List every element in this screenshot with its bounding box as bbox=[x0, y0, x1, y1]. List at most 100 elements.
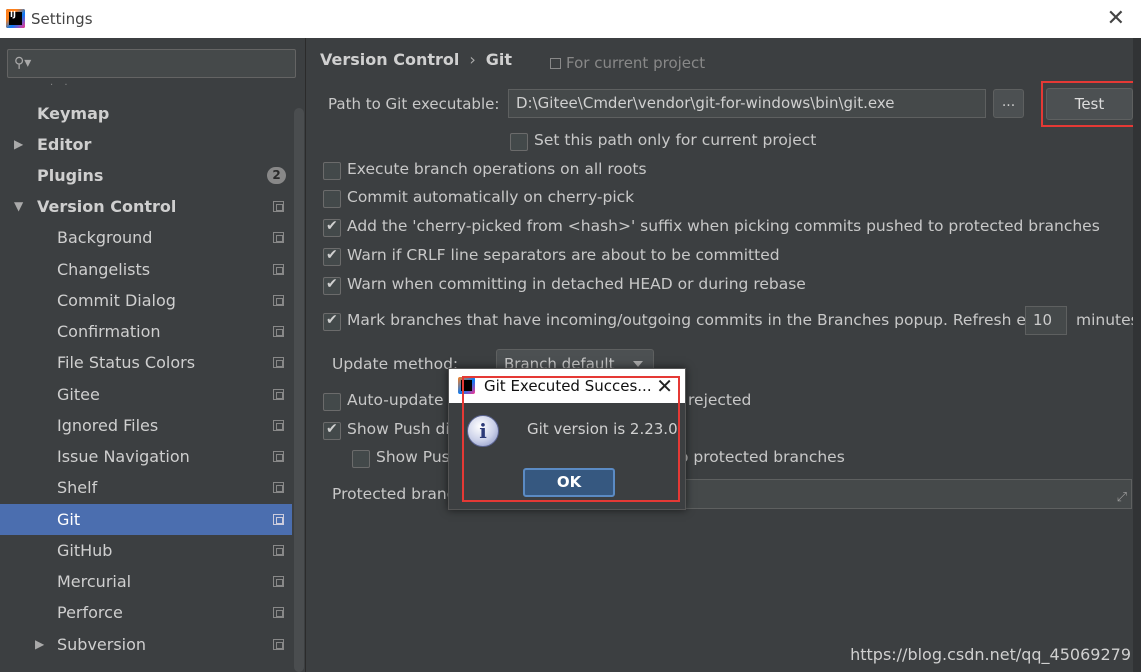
sidebar-item-git[interactable]: Git bbox=[0, 504, 292, 535]
checkbox[interactable] bbox=[352, 450, 370, 468]
checkbox-label: Mark branches that have incoming/outgoin… bbox=[347, 311, 1061, 329]
checkbox-label: Set this path only for current project bbox=[534, 131, 817, 149]
minutes-label: minutes bbox=[1076, 311, 1139, 329]
sidebar-item-label: Confirmation bbox=[57, 322, 161, 341]
sidebar-item-commit-dialog[interactable]: Commit Dialog bbox=[0, 285, 292, 316]
breadcrumb-parent: Version Control bbox=[320, 50, 460, 69]
truncated-item-indicator: · · bbox=[50, 80, 72, 91]
project-scope-icon bbox=[273, 576, 284, 587]
project-scope-icon bbox=[273, 482, 284, 493]
sidebar-item-label: Ignored Files bbox=[57, 416, 159, 435]
checkbox[interactable] bbox=[323, 218, 341, 237]
annotation-highlight-box bbox=[462, 376, 680, 502]
sidebar-item-label: Changelists bbox=[57, 260, 151, 279]
sidebar-item-file-status-colors[interactable]: File Status Colors bbox=[0, 347, 292, 378]
sidebar-item-label: Commit Dialog bbox=[57, 291, 176, 310]
sidebar-scrollbar[interactable] bbox=[294, 108, 304, 672]
intellij-logo-icon bbox=[6, 9, 25, 28]
project-scope-icon bbox=[273, 232, 284, 243]
sidebar-item-label: Shelf bbox=[57, 478, 98, 497]
right-tool-strip bbox=[1133, 38, 1141, 672]
sidebar-item-gitee[interactable]: Gitee bbox=[0, 379, 292, 410]
project-scope-icon bbox=[273, 389, 284, 400]
project-scope-icon bbox=[273, 639, 284, 650]
breadcrumb-separator-icon: › bbox=[469, 50, 476, 69]
checkbox-label: Commit automatically on cherry-pick bbox=[347, 188, 635, 206]
sidebar-item-label: GitHub bbox=[57, 541, 113, 560]
sidebar-item-editor[interactable]: ▶ Editor bbox=[0, 129, 292, 160]
checkbox[interactable] bbox=[323, 162, 341, 180]
sidebar-item-label: Perforce bbox=[57, 603, 123, 622]
checkbox-label: Warn when committing in detached HEAD or… bbox=[347, 275, 806, 293]
project-scope-icon bbox=[273, 326, 284, 337]
checkbox[interactable] bbox=[323, 276, 341, 295]
checkbox[interactable] bbox=[510, 133, 528, 151]
update-method-label: Update method: bbox=[332, 355, 459, 373]
project-scope-icon bbox=[273, 295, 284, 306]
expand-arrow-icon[interactable]: ▶ bbox=[14, 129, 23, 160]
sidebar-item-keymap[interactable]: Keymap bbox=[0, 98, 292, 129]
project-scope-icon bbox=[273, 607, 284, 618]
search-icon: ⚲▾ bbox=[14, 55, 32, 71]
checkbox[interactable] bbox=[323, 393, 341, 411]
protected-branches-label: Protected branc bbox=[332, 485, 456, 503]
project-scope-icon bbox=[273, 451, 284, 462]
sidebar-item-label: Keymap bbox=[37, 104, 110, 123]
sidebar-item-background[interactable]: Background bbox=[0, 222, 292, 253]
sidebar-item-subversion[interactable]: ▶ Subversion bbox=[0, 629, 292, 660]
sidebar-item-label: Subversion bbox=[57, 635, 147, 654]
project-scope-icon bbox=[273, 264, 284, 275]
checkbox[interactable] bbox=[323, 312, 341, 331]
settings-sidebar: ⚲▾ · · Keymap ▶ Editor Plugins 2 ▼ Versi… bbox=[0, 38, 306, 672]
project-scope-icon bbox=[273, 514, 284, 525]
browse-button[interactable]: ... bbox=[993, 89, 1024, 118]
settings-search-input[interactable]: ⚲▾ bbox=[7, 49, 296, 78]
sidebar-item-label: Plugins bbox=[37, 166, 104, 185]
sidebar-item-issue-navigation[interactable]: Issue Navigation bbox=[0, 441, 292, 472]
project-scope-icon bbox=[273, 545, 284, 556]
sidebar-item-label: Editor bbox=[37, 135, 92, 154]
expand-icon[interactable]: ⤢ bbox=[1117, 490, 1127, 505]
project-scope-icon bbox=[273, 357, 284, 368]
show-push-label-suffix: o protected branches bbox=[679, 448, 845, 466]
checkbox[interactable] bbox=[323, 190, 341, 208]
checkbox-label: Auto-update i bbox=[347, 391, 453, 409]
git-path-label: Path to Git executable: bbox=[328, 95, 500, 113]
sidebar-item-label: File Status Colors bbox=[57, 353, 196, 372]
collapse-arrow-icon[interactable]: ▼ bbox=[14, 191, 23, 222]
sidebar-item-perforce[interactable]: Perforce bbox=[0, 597, 292, 628]
sidebar-item-version-control[interactable]: ▼ Version Control bbox=[0, 191, 292, 222]
annotation-highlight-box bbox=[1041, 81, 1140, 127]
checkbox[interactable] bbox=[323, 247, 341, 266]
breadcrumb-current: Git bbox=[485, 50, 513, 69]
project-scope-icon bbox=[273, 201, 284, 212]
window-close-button[interactable]: ✕ bbox=[1107, 8, 1125, 30]
sidebar-item-label: Background bbox=[57, 228, 153, 247]
checkbox-label: Warn if CRLF line separators are about t… bbox=[347, 246, 780, 264]
checkbox-label: Show Push dia bbox=[347, 420, 460, 438]
checkbox-label: Execute branch operations on all roots bbox=[347, 160, 647, 178]
sidebar-item-mercurial[interactable]: Mercurial bbox=[0, 566, 292, 597]
window-title: Settings bbox=[31, 10, 93, 28]
refresh-interval-input[interactable]: 10 bbox=[1025, 306, 1067, 335]
checkbox-label: Add the 'cherry-picked from <hash>' suff… bbox=[347, 217, 1100, 235]
sidebar-item-label: Gitee bbox=[57, 385, 100, 404]
sidebar-item-plugins[interactable]: Plugins 2 bbox=[0, 160, 292, 191]
sidebar-item-ignored-files[interactable]: Ignored Files bbox=[0, 410, 292, 441]
sidebar-item-shelf[interactable]: Shelf bbox=[0, 472, 292, 503]
sidebar-item-label: Git bbox=[57, 510, 81, 529]
sidebar-item-label: Version Control bbox=[37, 197, 177, 216]
git-settings-panel: Version Control › Git For current project … bbox=[307, 38, 1141, 672]
auto-update-label-suffix: rejected bbox=[688, 391, 752, 409]
sidebar-item-github[interactable]: GitHub bbox=[0, 535, 292, 566]
project-scope-icon bbox=[550, 58, 561, 69]
chevron-down-icon bbox=[633, 361, 643, 367]
sidebar-item-label: Mercurial bbox=[57, 572, 132, 591]
scope-label: For current project bbox=[566, 54, 706, 72]
git-path-input[interactable]: D:\Gitee\Cmder\vendor\git-for-windows\bi… bbox=[508, 89, 986, 118]
breadcrumb: Version Control › Git bbox=[320, 50, 512, 69]
checkbox[interactable] bbox=[323, 421, 341, 440]
sidebar-item-confirmation[interactable]: Confirmation bbox=[0, 316, 292, 347]
expand-arrow-icon[interactable]: ▶ bbox=[35, 629, 44, 660]
sidebar-item-changelists[interactable]: Changelists bbox=[0, 254, 292, 285]
